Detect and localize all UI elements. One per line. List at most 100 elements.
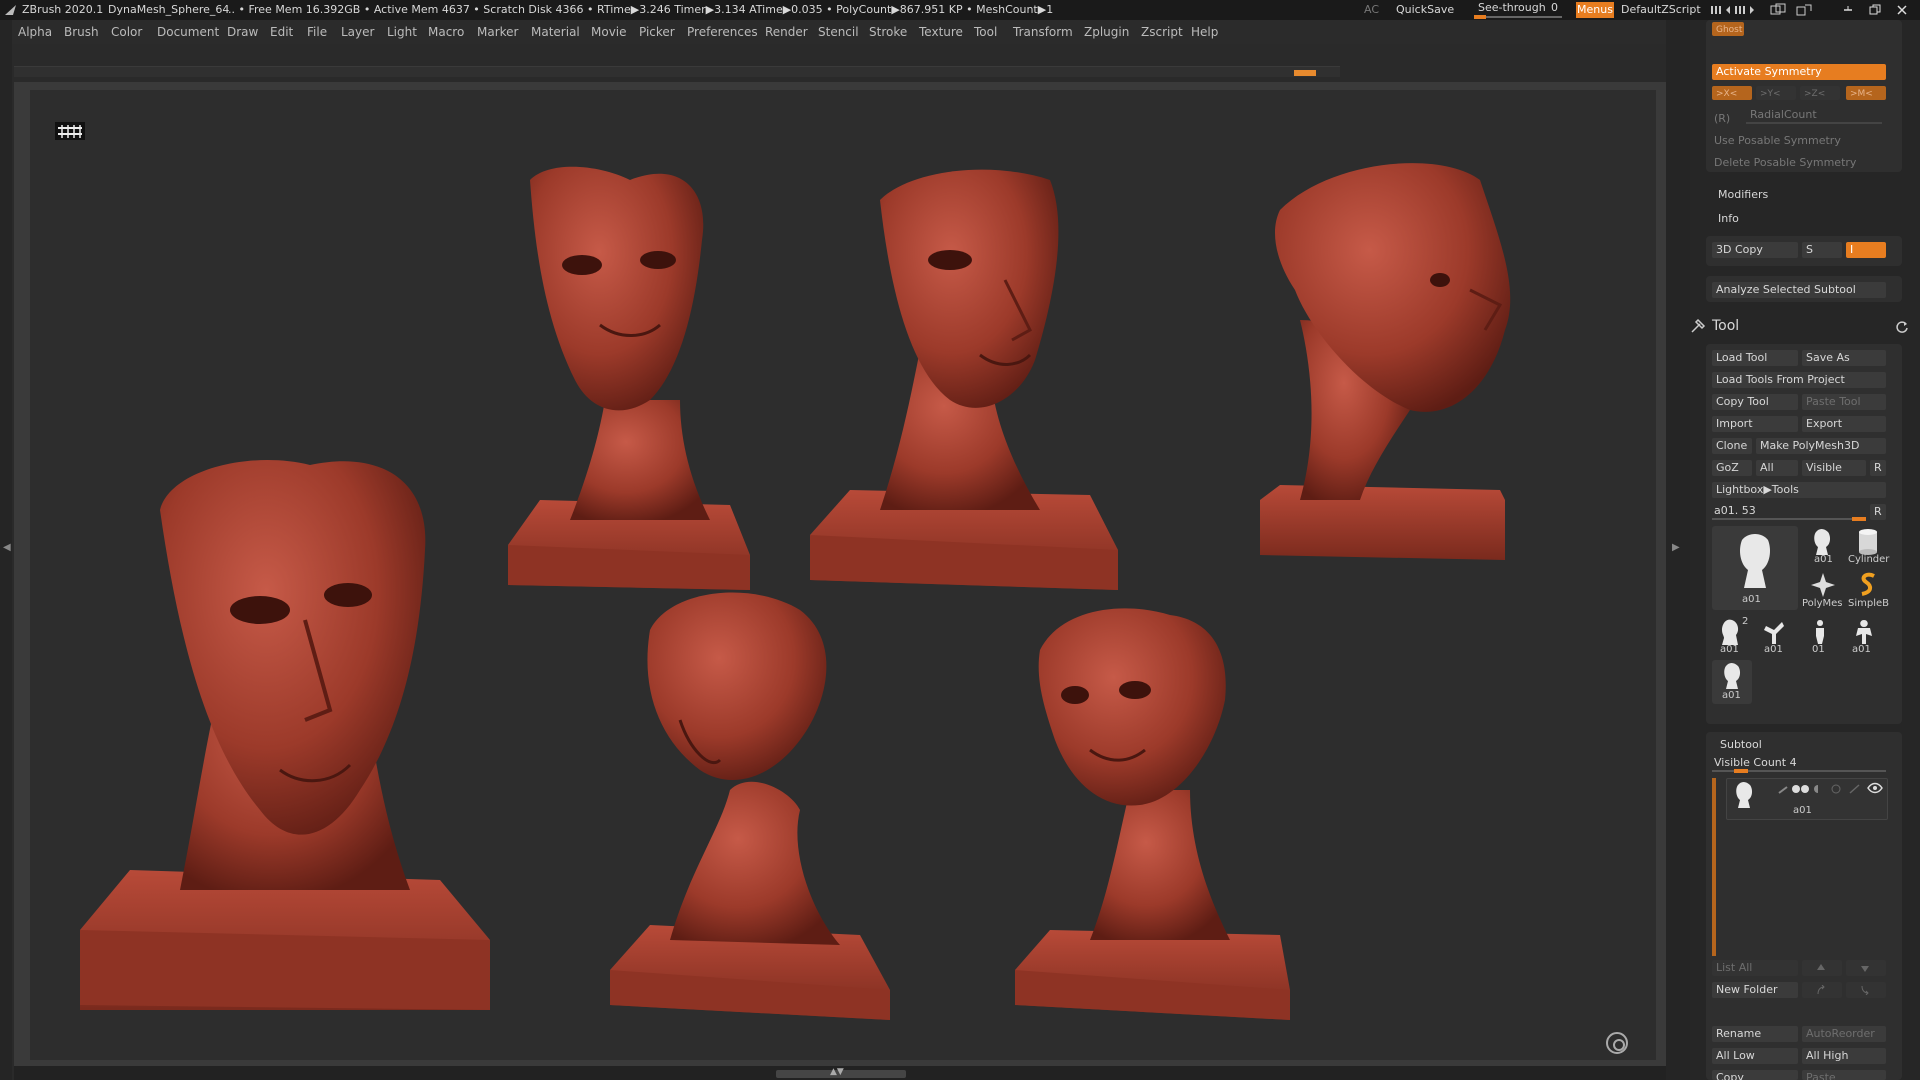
right-tray-arrow-icon[interactable]: ▶ bbox=[1672, 542, 1680, 556]
tool-palette-header[interactable]: Tool bbox=[1690, 312, 1920, 340]
brush-icon[interactable] bbox=[1777, 785, 1789, 795]
tool-thumb[interactable]: Cylinder bbox=[1846, 526, 1890, 566]
current-tool-slider[interactable]: a01. 53 bbox=[1712, 504, 1868, 521]
tool-thumb[interactable]: 01 bbox=[1800, 616, 1840, 656]
menu-file[interactable]: File bbox=[307, 25, 327, 39]
symmetry-x-button[interactable]: >X< bbox=[1712, 86, 1752, 100]
close-icon[interactable] bbox=[1896, 4, 1908, 16]
paste-subtool-button[interactable]: Paste bbox=[1802, 1070, 1886, 1080]
copy-subtool-button[interactable]: Copy bbox=[1712, 1070, 1798, 1080]
tool-thumb[interactable]: PolyMes bbox=[1802, 570, 1846, 610]
3d-copy-button[interactable]: 3D Copy bbox=[1712, 242, 1798, 258]
menu-brush[interactable]: Brush bbox=[64, 25, 99, 39]
menu-edit[interactable]: Edit bbox=[270, 25, 293, 39]
tool-thumb[interactable]: a01 bbox=[1756, 616, 1796, 656]
menu-color[interactable]: Color bbox=[111, 25, 142, 39]
menu-picker[interactable]: Picker bbox=[639, 25, 675, 39]
subtool-list-scrollbar[interactable] bbox=[1712, 778, 1716, 956]
menu-stencil[interactable]: Stencil bbox=[818, 25, 859, 39]
info-section[interactable]: Info bbox=[1718, 212, 1739, 225]
menu-help[interactable]: Help bbox=[1191, 25, 1218, 39]
interface-layout-icon[interactable] bbox=[1796, 3, 1812, 17]
tool-thumb[interactable]: a01 bbox=[1802, 526, 1842, 566]
menu-macro[interactable]: Macro bbox=[428, 25, 464, 39]
menu-light[interactable]: Light bbox=[387, 25, 417, 39]
menu-preferences[interactable]: Preferences bbox=[687, 25, 758, 39]
left-tray-arrow-icon[interactable]: ◀ bbox=[3, 542, 11, 556]
radial-count-slider[interactable]: RadialCount bbox=[1746, 108, 1886, 124]
menu-alpha[interactable]: Alpha bbox=[18, 25, 52, 39]
gyro-navigation-icon[interactable] bbox=[1606, 1032, 1628, 1054]
refresh-icon[interactable] bbox=[1895, 320, 1909, 334]
right-tray-gutter[interactable]: ▶ bbox=[1666, 20, 1690, 1080]
menus-toggle-button[interactable]: Menus bbox=[1576, 2, 1614, 18]
make-polymesh3d-button[interactable]: Make PolyMesh3D bbox=[1756, 438, 1886, 454]
menu-zscript[interactable]: Zscript bbox=[1141, 25, 1183, 39]
symmetry-y-button[interactable]: >Y< bbox=[1756, 86, 1796, 100]
export-button[interactable]: Export bbox=[1802, 416, 1886, 432]
use-posable-symmetry-button[interactable]: Use Posable Symmetry bbox=[1714, 134, 1841, 147]
menu-document[interactable]: Document bbox=[157, 25, 219, 39]
rename-button[interactable]: Rename bbox=[1712, 1026, 1798, 1042]
polypaint-icon[interactable] bbox=[1831, 784, 1841, 794]
eye-icon[interactable] bbox=[1867, 782, 1883, 794]
3d-copy-i-button[interactable]: I bbox=[1846, 242, 1886, 258]
activate-symmetry-button[interactable]: Activate Symmetry bbox=[1712, 64, 1886, 80]
load-tool-button[interactable]: Load Tool bbox=[1712, 350, 1798, 366]
minimize-icon[interactable] bbox=[1842, 4, 1854, 16]
move-folder-down-button[interactable] bbox=[1846, 982, 1886, 998]
subtool-title[interactable]: Subtool bbox=[1720, 738, 1762, 751]
move-up-button[interactable] bbox=[1802, 960, 1842, 976]
goz-visible-button[interactable]: Visible bbox=[1802, 460, 1866, 476]
delete-posable-symmetry-button[interactable]: Delete Posable Symmetry bbox=[1714, 156, 1856, 169]
document-canvas[interactable] bbox=[30, 90, 1656, 1060]
symmetry-m-button[interactable]: >M< bbox=[1846, 86, 1886, 100]
visible-count-slider[interactable]: Visible Count 4 bbox=[1712, 756, 1886, 773]
all-high-button[interactable]: All High bbox=[1802, 1048, 1886, 1064]
import-button[interactable]: Import bbox=[1712, 416, 1798, 432]
menu-movie[interactable]: Movie bbox=[591, 25, 627, 39]
menu-transform[interactable]: Transform bbox=[1013, 25, 1073, 39]
menu-stroke[interactable]: Stroke bbox=[869, 25, 907, 39]
toggle-icon[interactable] bbox=[1791, 784, 1811, 794]
move-folder-up-button[interactable] bbox=[1802, 982, 1842, 998]
goz-button[interactable]: GoZ bbox=[1712, 460, 1752, 476]
ac-label[interactable]: AC bbox=[1364, 3, 1379, 16]
menu-tool[interactable]: Tool bbox=[974, 25, 997, 39]
left-tray[interactable]: ◀ bbox=[0, 20, 12, 1080]
tool-thumb[interactable]: 2 a01 bbox=[1712, 616, 1752, 656]
clone-button[interactable]: Clone bbox=[1712, 438, 1752, 454]
layout-left-icon[interactable] bbox=[1710, 4, 1732, 16]
goz-r-button[interactable]: R bbox=[1870, 460, 1886, 476]
menu-marker[interactable]: Marker bbox=[477, 25, 518, 39]
new-folder-button[interactable]: New Folder bbox=[1712, 982, 1798, 998]
menu-texture[interactable]: Texture bbox=[919, 25, 963, 39]
radial-r-toggle[interactable]: (R) bbox=[1714, 112, 1730, 125]
bottom-tray-arrow-icon[interactable]: ▲▼ bbox=[830, 1067, 844, 1077]
symmetry-z-button[interactable]: >Z< bbox=[1800, 86, 1840, 100]
analyze-selected-subtool-button[interactable]: Analyze Selected Subtool bbox=[1712, 282, 1886, 298]
lightbox-tools-button[interactable]: Lightbox▶Tools bbox=[1712, 482, 1886, 498]
pen-icon[interactable] bbox=[1849, 784, 1861, 794]
copy-tool-button[interactable]: Copy Tool bbox=[1712, 394, 1798, 410]
half-circle-icon[interactable] bbox=[1813, 784, 1823, 794]
current-tool-r-button[interactable]: R bbox=[1870, 504, 1886, 520]
load-tools-from-project-button[interactable]: Load Tools From Project bbox=[1712, 372, 1886, 388]
save-as-button[interactable]: Save As bbox=[1802, 350, 1886, 366]
all-low-button[interactable]: All Low bbox=[1712, 1048, 1798, 1064]
ghost-button[interactable]: Ghost bbox=[1712, 22, 1744, 36]
3d-copy-s-button[interactable]: S bbox=[1802, 242, 1842, 258]
restore-icon[interactable] bbox=[1869, 4, 1881, 16]
window-layout-icon[interactable] bbox=[1770, 3, 1786, 17]
menu-material[interactable]: Material bbox=[531, 25, 580, 39]
quicksave-button[interactable]: QuickSave bbox=[1396, 3, 1454, 16]
floor-grid-icon[interactable] bbox=[54, 120, 86, 142]
list-all-button[interactable]: List All bbox=[1712, 960, 1798, 976]
auto-reorder-button[interactable]: AutoReorder bbox=[1802, 1026, 1886, 1042]
tool-thumb[interactable]: a01 bbox=[1712, 660, 1752, 704]
goz-all-button[interactable]: All bbox=[1756, 460, 1798, 476]
menu-draw[interactable]: Draw bbox=[227, 25, 258, 39]
default-zscript-button[interactable]: DefaultZScript bbox=[1621, 3, 1701, 16]
modifiers-section[interactable]: Modifiers bbox=[1718, 188, 1768, 201]
subtool-item-a01[interactable]: a01 bbox=[1726, 778, 1888, 820]
